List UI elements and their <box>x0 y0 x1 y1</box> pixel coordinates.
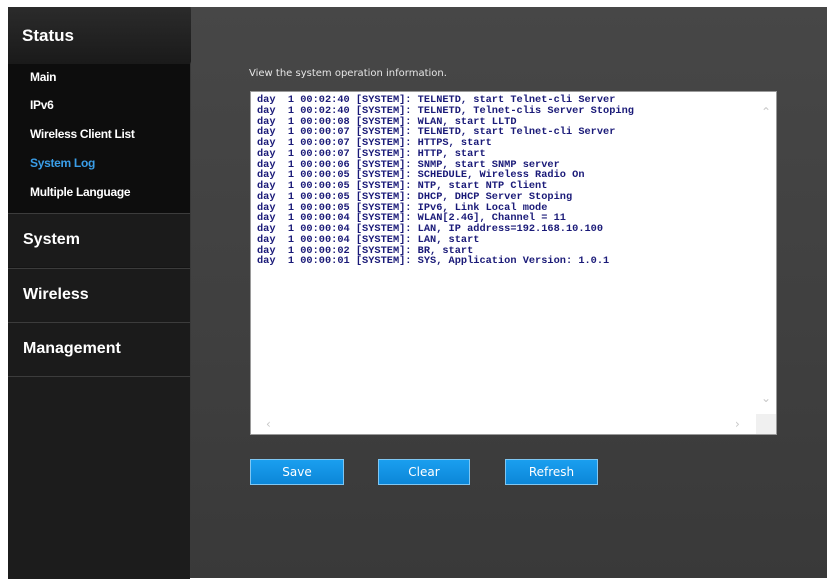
sidebar-section-status: Status Main IPv6 Wireless Client List Sy… <box>8 7 201 213</box>
sidebar-status-title: Status <box>22 26 74 45</box>
sidebar-item-wireless-client-list[interactable]: Wireless Client List <box>30 127 135 141</box>
chevron-left-icon[interactable]: ‹ <box>266 418 271 430</box>
system-log-text: day 1 00:02:40 [SYSTEM]: TELNETD, start … <box>257 94 634 268</box>
router-admin-page: Status Main IPv6 Wireless Client List Sy… <box>0 0 827 579</box>
chevron-right-icon[interactable]: › <box>735 418 740 430</box>
clear-button[interactable]: Clear <box>378 459 470 485</box>
scrollbar-corner <box>756 414 776 434</box>
sidebar-item-ipv6[interactable]: IPv6 <box>30 98 54 112</box>
chevron-down-icon[interactable]: ⌄ <box>761 392 771 404</box>
page-description: View the system operation information. <box>249 68 447 79</box>
sidebar-nav: Status Main IPv6 Wireless Client List Sy… <box>8 7 201 579</box>
system-log-textarea[interactable]: day 1 00:02:40 [SYSTEM]: TELNETD, start … <box>250 91 777 435</box>
sidebar-filler <box>8 376 190 579</box>
sidebar-section-wireless-label: Wireless <box>23 286 89 303</box>
sidebar-section-management[interactable]: Management <box>8 322 190 376</box>
sidebar-item-system-log[interactable]: System Log <box>30 156 95 170</box>
main-content: View the system operation information. d… <box>191 7 827 578</box>
sidebar-section-wireless[interactable]: Wireless <box>8 268 190 322</box>
sidebar-item-multiple-language[interactable]: Multiple Language <box>30 185 131 199</box>
sidebar-section-system[interactable]: System <box>8 213 190 267</box>
status-header[interactable]: Status <box>8 7 201 64</box>
sidebar-section-management-label: Management <box>23 340 121 357</box>
chevron-up-icon[interactable]: ⌃ <box>761 106 771 118</box>
save-button[interactable]: Save <box>250 459 344 485</box>
sidebar-section-system-label: System <box>23 231 80 248</box>
sidebar-item-main[interactable]: Main <box>30 70 56 84</box>
refresh-button[interactable]: Refresh <box>505 459 598 485</box>
